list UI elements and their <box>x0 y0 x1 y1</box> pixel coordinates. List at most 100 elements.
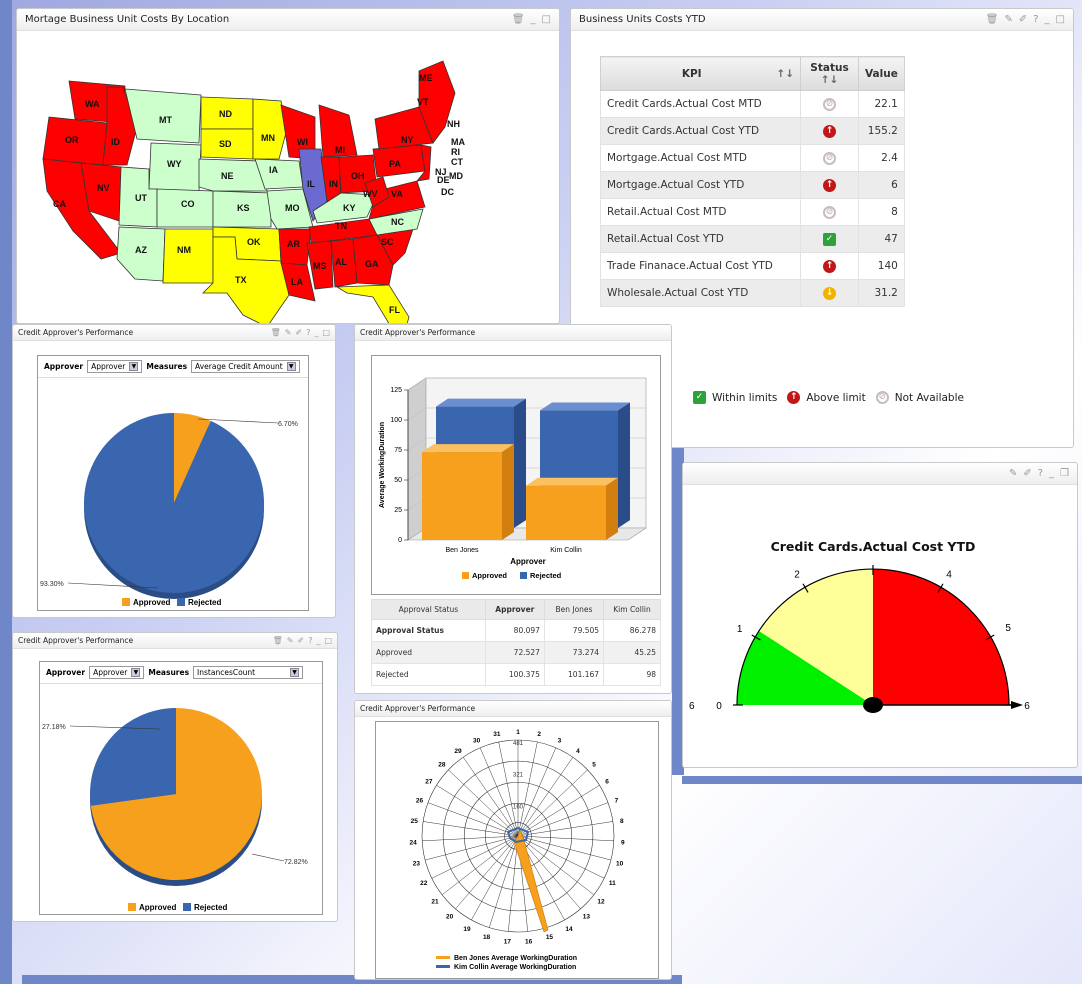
kpi-row[interactable]: Retail.Actual Cost MTD ⊘ 8 <box>600 198 905 226</box>
kpi-value: 31.2 <box>858 279 905 307</box>
minimize-icon[interactable]: _ <box>316 636 320 645</box>
measures-select[interactable]: InstancesCount ▼ <box>193 666 304 679</box>
kpi-row[interactable]: Retail.Actual Cost YTD ✓ 47 <box>600 225 905 253</box>
gauge-edge-label: 6 <box>689 701 695 712</box>
bar-approved[interactable] <box>422 452 502 540</box>
bar-rejected-top <box>436 398 526 407</box>
delete-icon[interactable]: 🗑 <box>273 636 283 645</box>
x-tick-label: Ben Jones <box>445 547 479 554</box>
y-tick-label: 100 <box>390 417 402 424</box>
table-cell: 98 <box>603 663 661 686</box>
svg-text:MS: MS <box>313 261 327 271</box>
svg-text:ND: ND <box>219 109 232 119</box>
svg-text:RI: RI <box>451 147 460 157</box>
maximize-icon[interactable]: □ <box>542 14 551 25</box>
kpi-name: Retail.Actual Cost MTD <box>600 198 801 226</box>
pie-slice-rejected[interactable] <box>90 708 176 806</box>
radar-axis-label: 13 <box>583 914 591 921</box>
approver-select[interactable]: Approver ▼ <box>89 666 145 679</box>
kpi-row[interactable]: Credit Cards.Actual Cost YTD ↑ 155.2 <box>600 117 905 145</box>
backdrop-strip <box>682 776 1082 784</box>
bar-table-header[interactable]: Approver <box>484 599 545 620</box>
radar-axis-label: 20 <box>446 914 454 921</box>
kpi-row[interactable]: Credit Cards.Actual Cost MTD ⊘ 22.1 <box>600 90 905 118</box>
kpi-row[interactable]: Mortgage.Actual Cost MTD ⊘ 2.4 <box>600 144 905 172</box>
kpi-column-header[interactable]: KPI ↑↓ <box>600 56 801 91</box>
help-icon[interactable]: ? <box>1038 468 1043 479</box>
kpi-value: 8 <box>858 198 905 226</box>
radar-axis-label: 28 <box>438 762 446 769</box>
svg-text:WA: WA <box>85 99 100 109</box>
radar-axis-label: 11 <box>609 880 616 887</box>
radar-axis-label: 18 <box>483 934 491 941</box>
svg-text:AR: AR <box>287 239 300 249</box>
kpi-name: Mortgage.Actual Cost MTD <box>600 144 801 172</box>
kpi-row[interactable]: Wholesale.Actual Cost YTD ↓ 31.2 <box>600 279 905 307</box>
edit-icon[interactable]: ✐ <box>295 328 302 337</box>
svg-text:IA: IA <box>269 165 279 175</box>
pie-panel-1: Credit Approver's Performance 🗑 ✎ ✐ ? _ … <box>12 324 336 618</box>
gauge-tick-label: 2 <box>794 569 800 580</box>
bar-approved[interactable] <box>526 485 606 540</box>
maximize-icon[interactable]: □ <box>322 328 330 337</box>
radar-ring-label: 481 <box>513 741 524 747</box>
svg-text:MN: MN <box>261 133 275 143</box>
edit-icon[interactable]: ✐ <box>1019 14 1027 25</box>
pie-2-chart: 27.18% 72.82% Approved Rejected <box>42 708 308 912</box>
pie-2-label-big: 72.82% <box>284 859 308 866</box>
minimize-icon[interactable]: _ <box>531 14 536 25</box>
help-icon[interactable]: ? <box>306 328 310 337</box>
kpi-name: Retail.Actual Cost YTD <box>600 225 801 253</box>
pie-slice-rejected[interactable] <box>84 413 264 593</box>
wrench-icon[interactable]: ✎ <box>285 328 292 337</box>
svg-text:NH: NH <box>447 119 460 129</box>
table-cell: 73.274 <box>543 641 605 664</box>
panel-title: Business Units Costs YTD <box>579 14 706 25</box>
value-column-header[interactable]: Value <box>858 56 905 91</box>
edit-icon[interactable]: ✐ <box>297 636 304 645</box>
help-icon[interactable]: ? <box>1033 14 1038 25</box>
restore-icon[interactable]: ❐ <box>1060 468 1069 479</box>
radar-frame: 1 2 3 4 5 6 7 8 9 10 11 12 13 14 15 16 17 18 19 20 21 22 23 24 2… <box>375 721 659 979</box>
maximize-icon[interactable]: □ <box>324 636 332 645</box>
approver-label: Approver <box>46 668 86 677</box>
table-cell: 101.167 <box>543 663 605 686</box>
kpi-value: 2.4 <box>858 144 905 172</box>
bar-table-header[interactable]: Ben Jones <box>543 599 605 620</box>
measures-select[interactable]: Average Credit Amount ▼ <box>191 360 300 373</box>
wrench-icon[interactable]: ✎ <box>287 636 294 645</box>
delete-icon[interactable]: 🗑 <box>986 14 999 25</box>
kpi-row[interactable]: Mortgage.Actual Cost YTD ↑ 6 <box>600 171 905 199</box>
help-icon[interactable]: ? <box>308 636 312 645</box>
svg-text:NE: NE <box>221 171 234 181</box>
status-column-header[interactable]: Status ↑↓ <box>800 56 859 91</box>
legend-swatch-approved <box>462 572 469 579</box>
minimize-icon[interactable]: _ <box>1045 14 1050 25</box>
approver-select[interactable]: Approver ▼ <box>87 360 143 373</box>
panel-title: Credit Approver's Performance <box>18 328 134 337</box>
kpi-row[interactable]: Trade Finanace.Actual Cost YTD ↑ 140 <box>600 252 905 280</box>
bar-table-header[interactable]: Kim Collin <box>603 599 661 620</box>
svg-text:FL: FL <box>389 305 400 315</box>
pie-1-legend: Approved Rejected <box>122 598 221 607</box>
wrench-icon[interactable]: ✎ <box>1009 468 1017 479</box>
radar-axis-label: 22 <box>420 880 428 887</box>
delete-icon[interactable]: 🗑 <box>512 14 525 25</box>
bar-panel-header: Credit Approver's Performance <box>355 325 671 341</box>
pie-1-frame: Approver Approver ▼ Measures Average Cred… <box>37 355 309 611</box>
bar-table-header[interactable]: Approval Status <box>371 599 486 620</box>
radar-spoke <box>517 769 588 837</box>
delete-icon[interactable]: 🗑 <box>271 328 281 337</box>
svg-text:MA: MA <box>451 137 465 147</box>
svg-text:IN: IN <box>329 179 338 189</box>
maximize-icon[interactable]: □ <box>1056 14 1065 25</box>
svg-text:DC: DC <box>441 187 454 197</box>
edit-icon[interactable]: ✐ <box>1023 468 1031 479</box>
minimize-icon[interactable]: _ <box>314 328 318 337</box>
gauge-needle-tip <box>1011 701 1023 709</box>
table-cell: 72.527 <box>484 641 545 664</box>
radar-spoke <box>517 821 613 837</box>
minimize-icon[interactable]: _ <box>1049 468 1054 479</box>
wrench-icon[interactable]: ✎ <box>1004 14 1012 25</box>
pie-panel-1-header: Credit Approver's Performance 🗑 ✎ ✐ ? _ … <box>13 325 335 341</box>
